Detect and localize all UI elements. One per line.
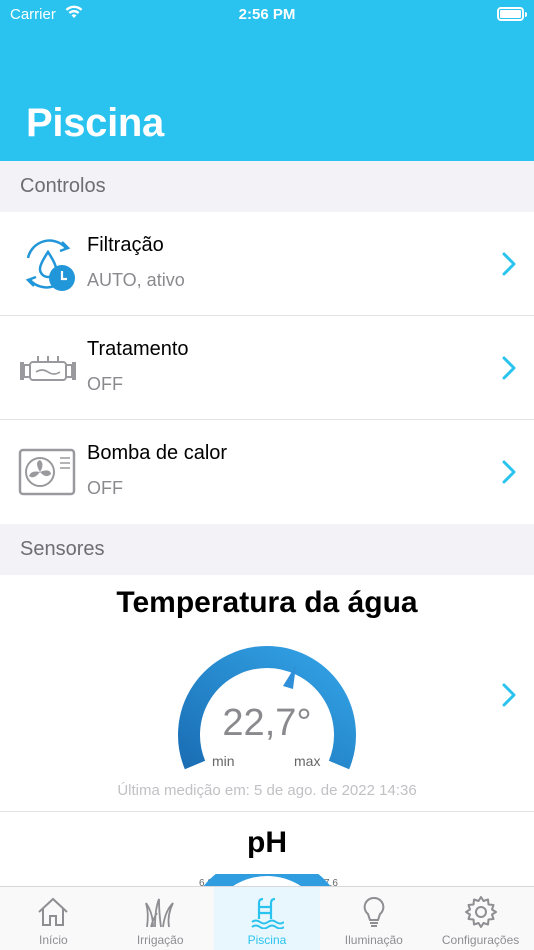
tab-iluminacao[interactable]: Iluminação — [320, 887, 427, 950]
treatment-status: OFF — [87, 374, 123, 394]
tab-piscina[interactable]: Piscina — [213, 887, 321, 950]
tab-label: Configurações — [441, 933, 520, 947]
filtration-clock-icon — [25, 239, 75, 291]
lightbulb-icon — [363, 896, 385, 927]
chevron-right-icon — [502, 683, 516, 707]
header-bar: Carrier 2:56 PM Piscina — [0, 0, 534, 161]
ph-gauge — [203, 874, 331, 886]
heat-pump-title: Bomba de calor — [87, 442, 228, 464]
tab-label: Piscina — [247, 933, 287, 947]
page-title: Piscina — [26, 101, 164, 145]
heat-pump-fan-icon — [18, 448, 76, 496]
filtration-status: AUTO, ativo — [87, 270, 185, 290]
gauge-min-label: min — [212, 753, 235, 769]
temperature-value: 22,7° — [222, 702, 312, 744]
tab-label: Irrigação — [136, 933, 184, 947]
grass-icon — [145, 898, 174, 928]
tab-inicio[interactable]: Início — [0, 887, 107, 950]
battery-icon — [497, 7, 527, 21]
section-header-sensors: Sensores — [0, 524, 534, 575]
chevron-right-icon — [502, 252, 516, 276]
temperature-title: Temperatura da água — [116, 586, 418, 619]
tab-label: Iluminação — [344, 933, 403, 947]
treatment-pipe-icon — [20, 356, 76, 381]
gear-icon — [464, 896, 497, 928]
gauge-max-label: max — [294, 753, 321, 769]
pool-ladder-icon — [251, 897, 284, 929]
chevron-right-icon — [502, 460, 516, 484]
temperature-sensor-card[interactable]: Temperatura da água 22,7° min max Última… — [0, 575, 534, 812]
clock-label: 2:56 PM — [238, 6, 296, 23]
control-row-filtration[interactable]: Filtração AUTO, ativo — [0, 212, 534, 316]
ph-title: pH — [247, 826, 287, 859]
section-header-controls: Controlos — [0, 161, 534, 212]
status-bar: Carrier 2:56 PM — [0, 0, 534, 30]
tab-configuracoes[interactable]: Configurações — [427, 887, 534, 950]
ph-sensor-card[interactable]: pH 6.8 7.6 — [0, 812, 534, 886]
tab-label: Início — [39, 933, 68, 947]
control-row-heat-pump[interactable]: Bomba de calor OFF — [0, 420, 534, 524]
treatment-title: Tratamento — [87, 338, 189, 360]
tab-irrigacao[interactable]: Irrigação — [107, 887, 214, 950]
heat-pump-status: OFF — [87, 478, 123, 498]
control-row-treatment[interactable]: Tratamento OFF — [0, 316, 534, 420]
chevron-right-icon — [502, 356, 516, 380]
home-icon — [38, 897, 69, 926]
tab-bar: Início Irrigação Piscina Iluminação Conf… — [0, 886, 534, 950]
last-measure-text: Última medição em: 5 de ago. de 2022 14:… — [117, 782, 417, 799]
filtration-title: Filtração — [87, 234, 164, 256]
